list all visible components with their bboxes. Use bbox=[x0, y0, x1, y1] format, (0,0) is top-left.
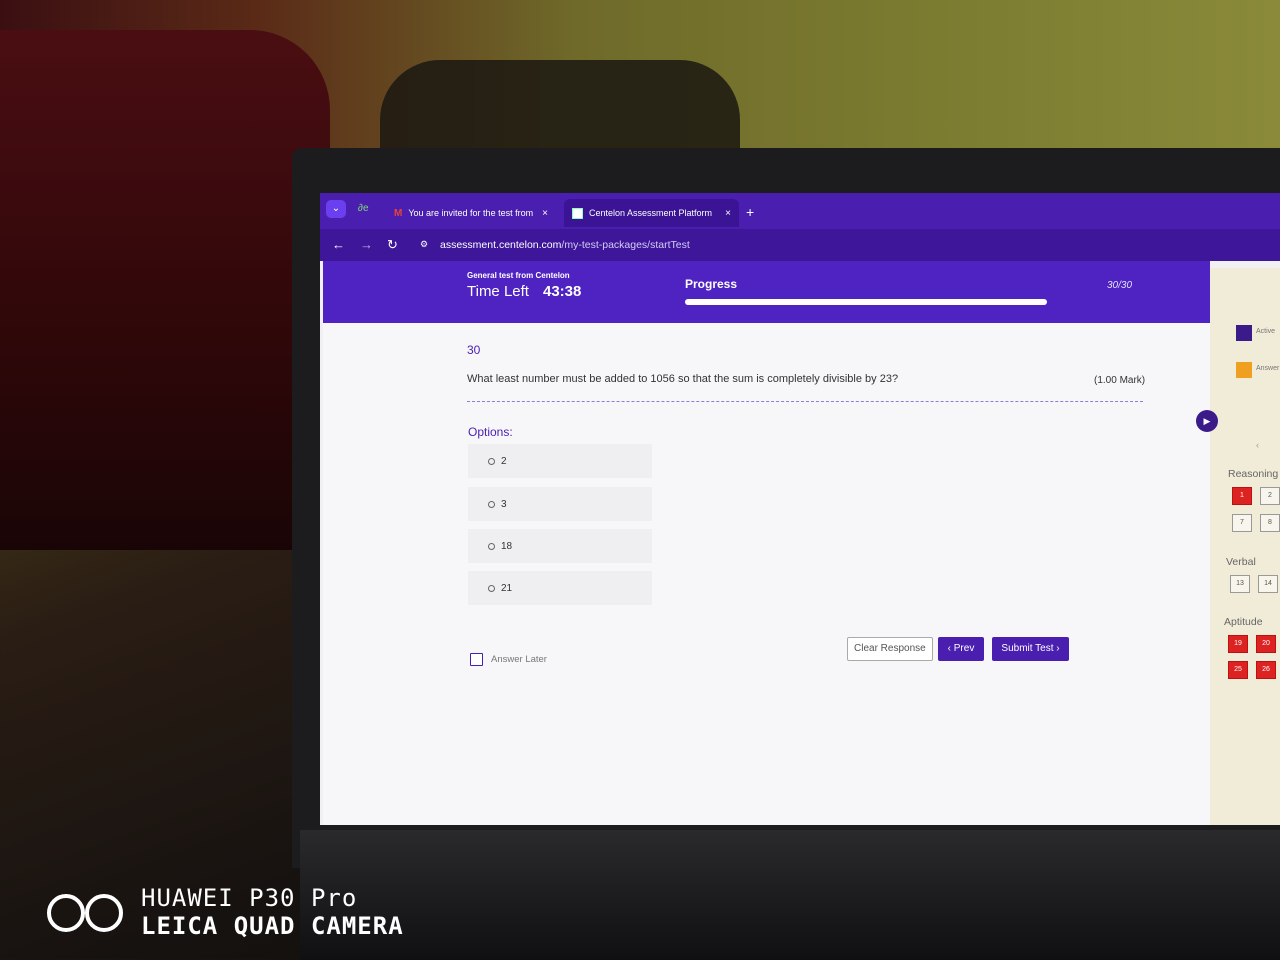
url-path: /my-test-packages/startTest bbox=[561, 239, 690, 251]
question-box[interactable]: 7 bbox=[1232, 514, 1252, 532]
question-text: What least number must be added to 1056 … bbox=[467, 373, 899, 385]
option-2[interactable]: 3 bbox=[468, 487, 652, 521]
radio-icon[interactable] bbox=[488, 500, 495, 508]
section-title-reasoning: Reasoning bbox=[1228, 468, 1279, 480]
prev-button[interactable]: ‹ Prev bbox=[938, 637, 984, 661]
clear-response-button[interactable]: Clear Response bbox=[847, 637, 933, 661]
close-icon[interactable]: × bbox=[725, 208, 731, 219]
browser-tabbar: ⌄ ∂e M You are invited for the test from… bbox=[320, 193, 1280, 229]
option-1[interactable]: 2 bbox=[468, 444, 652, 478]
url-domain: assessment.centelon.com bbox=[440, 239, 562, 251]
address-bar: ← → ↻ ⚙ assessment.centelon.com/my-test-… bbox=[320, 229, 1280, 261]
laptop-screen: ⌄ ∂e M You are invited for the test from… bbox=[320, 193, 1280, 825]
answer-later-label: Answer Later bbox=[491, 654, 547, 665]
question-box[interactable]: 19 bbox=[1228, 635, 1248, 653]
answer-later[interactable]: Answer Later bbox=[470, 653, 547, 666]
radio-icon[interactable] bbox=[488, 457, 495, 465]
pinned-tab-icon[interactable]: ∂e bbox=[358, 203, 369, 214]
active-legend-swatch bbox=[1236, 325, 1252, 341]
back-arrow-icon[interactable]: ← bbox=[332, 237, 345, 252]
test-header: General test from Centelon Time Left 43:… bbox=[323, 261, 1210, 323]
question-box[interactable]: 13 bbox=[1230, 575, 1250, 593]
tab-gmail[interactable]: M You are invited for the test from × bbox=[386, 199, 556, 227]
new-tab-button[interactable]: + bbox=[746, 205, 754, 219]
forward-arrow-icon[interactable]: → bbox=[360, 237, 373, 252]
question-number: 30 bbox=[467, 343, 481, 357]
site-info-icon[interactable]: ⚙ bbox=[420, 239, 428, 250]
radio-icon[interactable] bbox=[488, 542, 495, 550]
chevron-left-icon[interactable]: ‹ bbox=[1256, 440, 1259, 450]
question-mark: (1.00 Mark) bbox=[1094, 375, 1146, 386]
tab-title: Centelon Assessment Platform bbox=[589, 208, 713, 218]
question-box[interactable]: 25 bbox=[1228, 661, 1248, 679]
option-3[interactable]: 18 bbox=[468, 529, 652, 563]
submit-test-button[interactable]: Submit Test › bbox=[992, 637, 1069, 661]
watermark-line2: LEICA QUAD CAMERA bbox=[141, 912, 404, 940]
answer-later-checkbox[interactable] bbox=[470, 653, 483, 666]
tab-centelon[interactable]: Centelon Assessment Platform × bbox=[564, 199, 739, 227]
progress-bar-fill bbox=[685, 299, 1047, 305]
options-label: Options: bbox=[468, 425, 513, 439]
section-title-verbal: Verbal bbox=[1226, 556, 1256, 568]
tab-search-menu-icon[interactable]: ⌄ bbox=[326, 200, 346, 218]
progress-label: Progress bbox=[685, 277, 738, 291]
question-box[interactable]: 14 bbox=[1258, 575, 1278, 593]
reload-icon[interactable]: ↻ bbox=[387, 237, 398, 253]
watermark-line1: HUAWEI P30 Pro bbox=[141, 884, 358, 912]
question-panel: 30 What least number must be added to 10… bbox=[323, 323, 1210, 825]
option-4[interactable]: 21 bbox=[468, 571, 652, 605]
answer-later-legend-swatch bbox=[1236, 362, 1252, 378]
play-icon[interactable]: ▶ bbox=[1196, 410, 1218, 432]
question-box[interactable]: 8 bbox=[1260, 514, 1280, 532]
close-icon[interactable]: × bbox=[542, 208, 548, 219]
background-chair bbox=[0, 30, 330, 550]
section-title-aptitude: Aptitude bbox=[1224, 616, 1263, 628]
answer-later-legend-label: Answer bbox=[1256, 365, 1280, 372]
time-left-value: 43:38 bbox=[543, 283, 582, 300]
progress-bar bbox=[685, 299, 1047, 305]
question-palette: Active Answer ▶ ‹ Reasoning 1 2 7 8 Verb… bbox=[1196, 268, 1280, 825]
site-favicon-icon bbox=[572, 207, 583, 219]
option-text: 18 bbox=[501, 540, 513, 552]
question-box[interactable]: 20 bbox=[1256, 635, 1276, 653]
question-box[interactable]: 2 bbox=[1260, 487, 1280, 505]
laptop-base bbox=[300, 830, 1280, 960]
active-legend-label: Active bbox=[1256, 328, 1276, 335]
question-divider bbox=[467, 401, 1143, 402]
option-text: 2 bbox=[501, 455, 507, 467]
url-field[interactable]: assessment.centelon.com/my-test-packages… bbox=[440, 239, 690, 251]
camera-logo-icon bbox=[47, 894, 123, 932]
option-text: 3 bbox=[501, 498, 507, 510]
progress-count: 30/30 bbox=[1107, 280, 1133, 291]
option-text: 21 bbox=[501, 582, 513, 594]
question-box[interactable]: 1 bbox=[1232, 487, 1252, 505]
time-left-label: Time Left bbox=[467, 283, 529, 300]
tab-title: You are invited for the test from bbox=[408, 208, 534, 218]
gmail-icon: M bbox=[394, 207, 403, 219]
radio-icon[interactable] bbox=[488, 584, 495, 592]
test-subtitle: General test from Centelon bbox=[467, 271, 570, 280]
question-box[interactable]: 26 bbox=[1256, 661, 1276, 679]
